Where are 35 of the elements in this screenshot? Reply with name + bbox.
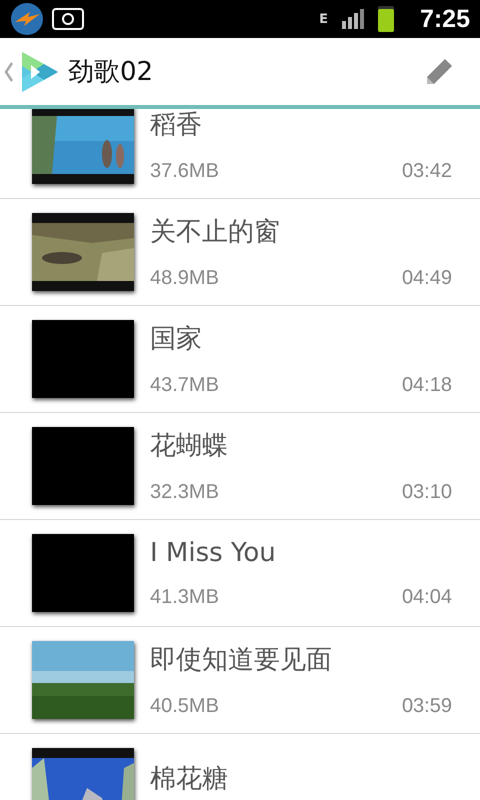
app-icon	[10, 2, 44, 36]
file-size: 37.6MB	[150, 160, 219, 183]
song-title: 花蝴蝶	[150, 430, 229, 463]
duration: 04:18	[402, 374, 452, 397]
song-title: 国家	[150, 323, 203, 356]
duration: 03:42	[402, 160, 452, 183]
song-item[interactable]: 关不止的窗 48.9MB 04:49	[0, 199, 480, 306]
screen-title: 劲歌02	[68, 56, 154, 89]
song-title: 关不止的窗	[150, 216, 281, 249]
duration: 04:04	[402, 586, 452, 608]
file-size: 48.9MB	[150, 267, 219, 290]
duration: 03:10	[402, 481, 452, 504]
camera-icon	[52, 8, 84, 30]
back-icon	[4, 60, 14, 82]
song-title: 即使知道要见面	[150, 644, 333, 677]
song-item[interactable]: 花蝴蝶 32.3MB 03:10	[0, 413, 480, 520]
song-title: 棉花糖	[150, 762, 229, 796]
signal-icon	[342, 9, 366, 29]
network-type: E	[319, 12, 328, 26]
clock: 7:25	[420, 4, 470, 34]
song-item[interactable]: I Miss You 41.3MB 04:04	[0, 520, 480, 627]
song-title: 稻香	[150, 109, 203, 142]
file-size: 41.3MB	[150, 586, 219, 608]
duration: 03:59	[402, 695, 452, 718]
file-size: 40.5MB	[150, 695, 219, 718]
song-item[interactable]: 即使知道要见面 40.5MB 03:59	[0, 627, 480, 734]
song-item[interactable]: 棉花糖	[0, 734, 480, 800]
pencil-icon[interactable]	[424, 56, 454, 86]
song-item[interactable]: 稻香 37.6MB 03:42	[0, 109, 480, 199]
song-title: I Miss You	[150, 538, 277, 568]
duration: 04:49	[402, 267, 452, 290]
song-item[interactable]: 国家 43.7MB 04:18	[0, 306, 480, 413]
file-size: 32.3MB	[150, 481, 219, 504]
file-size: 43.7MB	[150, 374, 219, 397]
battery-icon	[378, 6, 394, 32]
